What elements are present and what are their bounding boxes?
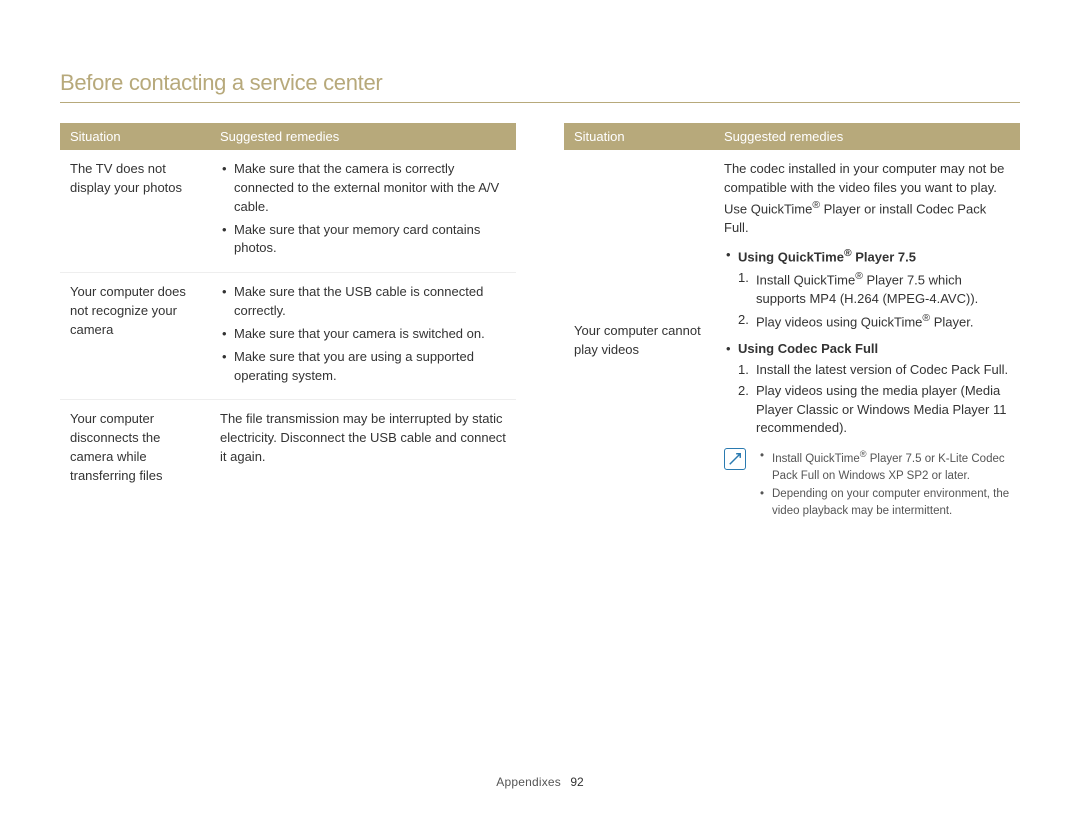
- section-heading: Using Codec Pack Full: [738, 340, 1012, 359]
- bullet-list: Make sure that the camera is correctly c…: [220, 160, 508, 258]
- remedy-cell: The file transmission may be interrupted…: [210, 400, 516, 496]
- remedy-cell: The codec installed in your computer may…: [714, 150, 1020, 532]
- table-row: The TV does not display your photosMake …: [60, 150, 516, 273]
- list-item: Install the latest version of Codec Pack…: [738, 361, 1012, 380]
- situation-cell: Your computer does not recognize your ca…: [60, 273, 210, 400]
- page-title: Before contacting a service center: [60, 70, 1020, 103]
- list-item: Make sure that your memory card contains…: [220, 221, 508, 259]
- situation-cell: Your computer disconnects the camera whi…: [60, 400, 210, 496]
- content-columns: Situation Suggested remedies The TV does…: [60, 123, 1020, 532]
- situation-cell: The TV does not display your photos: [60, 150, 210, 273]
- situation-cell: Your computer cannot play videos: [564, 150, 714, 532]
- right-column: Situation Suggested remedies Your comput…: [564, 123, 1020, 532]
- note-icon: [724, 448, 746, 470]
- table-row: Your computer does not recognize your ca…: [60, 273, 516, 400]
- numbered-list: Install QuickTime® Player 7.5 which supp…: [738, 269, 1012, 332]
- col-header-remedies: Suggested remedies: [714, 123, 1020, 150]
- intro-text: The codec installed in your computer may…: [724, 160, 1012, 238]
- list-item: Make sure that the camera is correctly c…: [220, 160, 508, 217]
- footer-section: Appendixes: [496, 775, 561, 789]
- list-item: Make sure that the USB cable is connecte…: [220, 283, 508, 321]
- list-item: Install QuickTime® Player 7.5 or K-Lite …: [758, 448, 1012, 484]
- right-table: Situation Suggested remedies Your comput…: [564, 123, 1020, 532]
- numbered-list: Install the latest version of Codec Pack…: [738, 361, 1012, 438]
- col-header-situation: Situation: [564, 123, 714, 150]
- list-item: Depending on your computer environment, …: [758, 486, 1012, 519]
- left-table: Situation Suggested remedies The TV does…: [60, 123, 516, 496]
- bullet-list: Using Codec Pack Full Install the latest …: [724, 340, 1012, 438]
- page-footer: Appendixes 92: [0, 775, 1080, 789]
- bullet-list: Using QuickTime® Player 7.5Install Quick…: [724, 246, 1012, 332]
- list-item: Install QuickTime® Player 7.5 which supp…: [738, 269, 1012, 309]
- bullet-list: Make sure that the USB cable is connecte…: [220, 283, 508, 385]
- remedy-cell: Make sure that the USB cable is connecte…: [210, 273, 516, 400]
- list-item: Play videos using QuickTime® Player.: [738, 311, 1012, 332]
- section-heading: Using QuickTime® Player 7.5: [738, 246, 1012, 267]
- list-item: Make sure that you are using a supported…: [220, 348, 508, 386]
- remedy-cell: Make sure that the camera is correctly c…: [210, 150, 516, 273]
- footer-page-number: 92: [570, 775, 583, 789]
- list-item: Play videos using the media player (Medi…: [738, 382, 1012, 439]
- col-header-situation: Situation: [60, 123, 210, 150]
- list-item: Make sure that your camera is switched o…: [220, 325, 508, 344]
- list-item: Using Codec Pack Full Install the latest …: [724, 340, 1012, 438]
- page: Before contacting a service center Situa…: [0, 0, 1080, 532]
- list-item: Using QuickTime® Player 7.5Install Quick…: [724, 246, 1012, 332]
- left-column: Situation Suggested remedies The TV does…: [60, 123, 516, 532]
- note-box: Install QuickTime® Player 7.5 or K-Lite …: [724, 448, 1012, 522]
- col-header-remedies: Suggested remedies: [210, 123, 516, 150]
- note-list: Install QuickTime® Player 7.5 or K-Lite …: [758, 448, 1012, 522]
- table-row: Your computer cannot play videos The cod…: [564, 150, 1020, 532]
- table-row: Your computer disconnects the camera whi…: [60, 400, 516, 496]
